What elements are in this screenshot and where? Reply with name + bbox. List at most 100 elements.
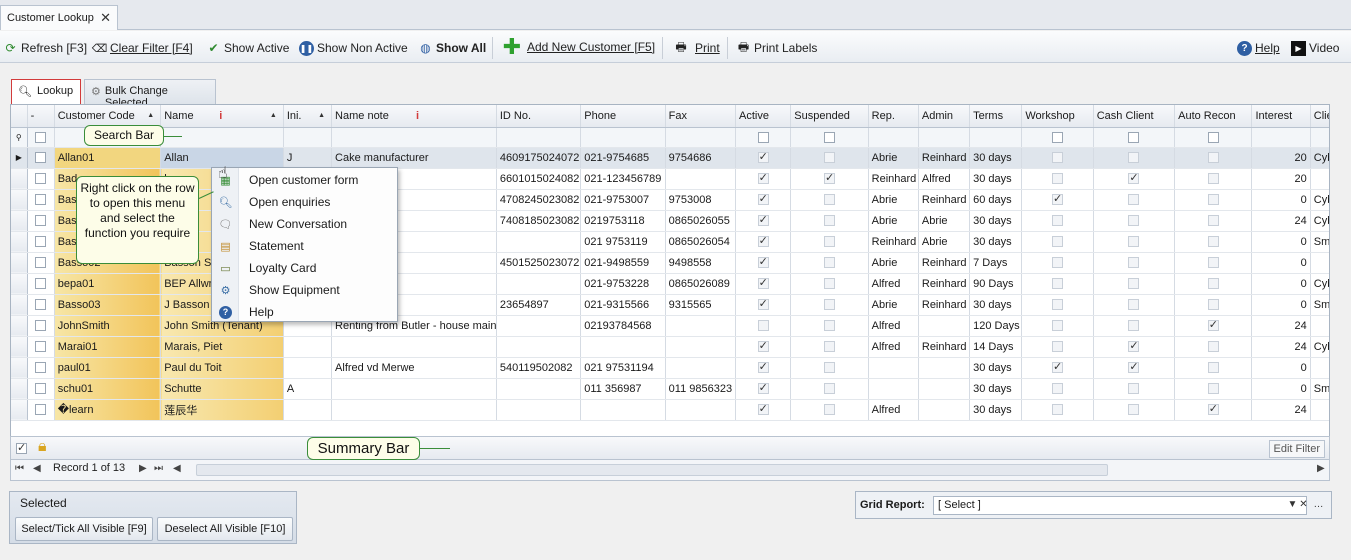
col-active[interactable]: Active bbox=[735, 105, 792, 128]
cell-active[interactable] bbox=[735, 210, 792, 232]
tab-lookup[interactable]: 🔍︎ Lookup bbox=[11, 79, 81, 105]
checkbox[interactable] bbox=[757, 234, 769, 248]
table-row[interactable]: �learn莲辰华 Alfred 30 days 24 bbox=[11, 399, 1329, 421]
cell-auto-recon[interactable] bbox=[1174, 399, 1253, 421]
print-button[interactable]: 🖶 Print bbox=[670, 39, 719, 57]
cell-workshop[interactable] bbox=[1021, 294, 1094, 316]
cell-terms[interactable]: 7 Days bbox=[969, 252, 1023, 274]
checkbox[interactable] bbox=[1128, 278, 1140, 290]
cell-active[interactable] bbox=[735, 357, 792, 379]
table-row[interactable]: JohnSmith John Smith (Tenant) Renting from… bbox=[11, 315, 1329, 337]
checkbox[interactable] bbox=[35, 131, 47, 143]
checkbox[interactable] bbox=[1052, 299, 1064, 311]
cell-cash-client[interactable] bbox=[1093, 273, 1176, 295]
cell-auto-recon[interactable] bbox=[1174, 294, 1253, 316]
cell-customer-code[interactable]: schu01 bbox=[54, 378, 162, 400]
table-row[interactable]: Basso03 J Basson 23654897 021-9315566 931556… bbox=[11, 294, 1329, 316]
cell-suspended[interactable] bbox=[790, 147, 869, 169]
cell-terms[interactable]: 30 days bbox=[969, 147, 1023, 169]
cell-active[interactable] bbox=[735, 252, 792, 274]
checkbox[interactable] bbox=[35, 194, 47, 206]
cell-name-note[interactable]: Cake manufacturer bbox=[331, 147, 497, 169]
table-row[interactable]: Badle6601015024082021-123456789ReinhardA… bbox=[11, 168, 1329, 190]
checkbox[interactable] bbox=[823, 215, 835, 227]
checkbox[interactable] bbox=[1052, 320, 1064, 332]
cell-client[interactable]: Smai bbox=[1310, 231, 1329, 253]
cell-select[interactable] bbox=[27, 189, 55, 211]
print-labels-button[interactable]: 🖶 Print Labels bbox=[736, 39, 818, 57]
filter-cell[interactable] bbox=[331, 127, 497, 148]
cell-suspended[interactable] bbox=[790, 273, 869, 295]
show-all-button[interactable]: ◍ Show All bbox=[418, 39, 486, 57]
cell-phone[interactable]: 021 97531194 bbox=[580, 357, 666, 379]
cell-active[interactable] bbox=[735, 336, 792, 358]
checkbox[interactable] bbox=[757, 171, 769, 185]
cell-admin[interactable] bbox=[918, 357, 971, 379]
col-rep[interactable]: Rep. bbox=[868, 105, 919, 128]
col-suspended[interactable]: Suspended bbox=[790, 105, 869, 128]
video-button[interactable]: ▶ Video bbox=[1291, 39, 1339, 57]
cell-phone[interactable]: 021-9753007 bbox=[580, 189, 666, 211]
cell-interest[interactable]: 24 bbox=[1251, 336, 1311, 358]
cell-auto-recon[interactable] bbox=[1174, 357, 1253, 379]
cell-phone[interactable]: 021-9315566 bbox=[580, 294, 666, 316]
select-all-visible-button[interactable]: Select/Tick All Visible [F9] bbox=[15, 517, 153, 541]
checkbox[interactable] bbox=[1128, 131, 1140, 143]
cell-auto-recon[interactable] bbox=[1174, 336, 1253, 358]
checkbox[interactable] bbox=[1052, 341, 1064, 353]
cell-id-no[interactable] bbox=[496, 315, 582, 337]
cell-client[interactable] bbox=[1310, 357, 1329, 379]
cell-workshop[interactable] bbox=[1021, 189, 1094, 211]
row-indicator[interactable] bbox=[11, 399, 28, 421]
cell-fax[interactable]: 9315565 bbox=[665, 294, 737, 316]
cell-interest[interactable]: 20 bbox=[1251, 168, 1311, 190]
cell-fax[interactable]: 0865026089 bbox=[665, 273, 737, 295]
cell-rep[interactable]: Reinhard bbox=[868, 168, 919, 190]
cell-active[interactable] bbox=[735, 273, 792, 295]
cell-rep[interactable] bbox=[868, 357, 919, 379]
cell-fax[interactable]: 0865026054 bbox=[665, 231, 737, 253]
cell-interest[interactable]: 0 bbox=[1251, 357, 1311, 379]
cell-select[interactable] bbox=[27, 336, 55, 358]
checkbox[interactable] bbox=[1052, 131, 1064, 143]
cell-cash-client[interactable] bbox=[1093, 231, 1176, 253]
cell-rep[interactable]: Abrie bbox=[868, 252, 919, 274]
checkbox[interactable] bbox=[1128, 339, 1140, 353]
cell-select[interactable] bbox=[27, 399, 55, 421]
edit-filter-button[interactable]: Edit Filter bbox=[1268, 440, 1325, 458]
cell-select[interactable] bbox=[27, 273, 55, 295]
cell-terms[interactable]: 14 Days bbox=[969, 336, 1023, 358]
col-client[interactable]: Clien bbox=[1310, 105, 1329, 128]
checkbox[interactable] bbox=[35, 278, 47, 290]
row-indicator[interactable] bbox=[11, 294, 28, 316]
cell-id-no[interactable]: 4501525023072 bbox=[496, 252, 582, 274]
cell-phone[interactable]: 021-9754685 bbox=[580, 147, 666, 169]
cell-terms[interactable]: 30 days bbox=[969, 168, 1023, 190]
col-admin[interactable]: Admin bbox=[918, 105, 971, 128]
cell-cash-client[interactable] bbox=[1093, 336, 1176, 358]
checkbox[interactable] bbox=[757, 255, 769, 269]
table-row[interactable]: Marai01Marais, Piet AlfredReinhard14 Days… bbox=[11, 336, 1329, 358]
cell-suspended[interactable] bbox=[790, 399, 869, 421]
checkbox[interactable] bbox=[823, 236, 835, 248]
menu-item-open-enquiries[interactable]: 🔍︎ Open enquiries bbox=[212, 191, 397, 213]
cell-name[interactable]: 莲辰华 bbox=[160, 399, 284, 421]
col-cash-client[interactable]: Cash Client bbox=[1093, 105, 1176, 128]
cell-admin[interactable]: Reinhard bbox=[918, 147, 971, 169]
customer-grid[interactable]: - Customer Code ▲ Name i ▲ Ini. ▲ Name note i… bbox=[10, 104, 1330, 459]
col-name[interactable]: Name i ▲ bbox=[160, 105, 284, 128]
filter-cell[interactable] bbox=[496, 127, 582, 148]
cell-phone[interactable]: 021 9753119 bbox=[580, 231, 666, 253]
cell-customer-code[interactable]: bepa01 bbox=[54, 273, 162, 295]
menu-item-new-conversation[interactable]: 🗨 New Conversation bbox=[212, 213, 397, 235]
filter-cell[interactable] bbox=[1310, 127, 1329, 148]
cell-suspended[interactable] bbox=[790, 252, 869, 274]
cell-select[interactable] bbox=[27, 168, 55, 190]
cell-initials[interactable] bbox=[283, 399, 333, 421]
cell-phone[interactable]: 02193784568 bbox=[580, 315, 666, 337]
checkbox[interactable] bbox=[1207, 215, 1219, 227]
cell-rep[interactable]: Alfred bbox=[868, 399, 919, 421]
checkbox[interactable] bbox=[1207, 152, 1219, 164]
cell-id-no[interactable]: 4609175024072 bbox=[496, 147, 582, 169]
cell-workshop[interactable] bbox=[1021, 273, 1094, 295]
